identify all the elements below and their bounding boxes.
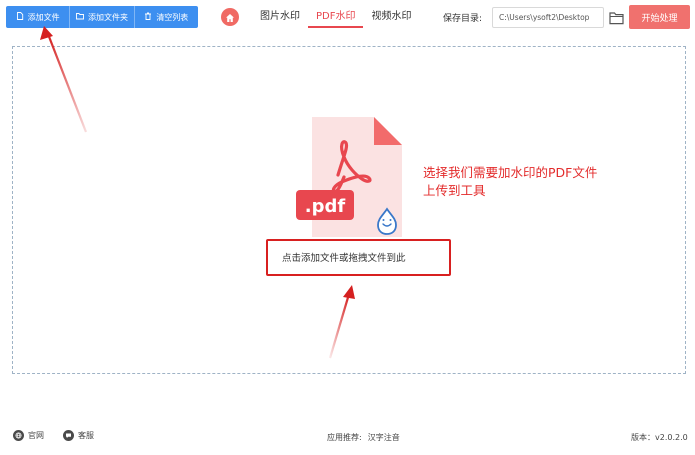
file-icon — [16, 12, 24, 22]
globe-icon — [13, 430, 24, 441]
chat-icon — [63, 430, 74, 441]
version-label: 版本：v2.0.2.0 — [631, 433, 688, 442]
home-icon — [225, 8, 235, 27]
drop-hint-text[interactable]: 点击添加文件或拖拽文件到此 — [282, 250, 406, 264]
clear-list-label: 清空列表 — [156, 12, 189, 22]
support-label: 客服 — [78, 431, 94, 440]
support-link[interactable]: 客服 — [63, 430, 94, 441]
folder-icon — [76, 12, 84, 22]
recommend-app-link[interactable]: 汉字注音 — [368, 433, 400, 442]
add-folder-button[interactable]: 添加文件夹 — [70, 6, 135, 28]
top-toolbar: 添加文件 添加文件夹 清空列表 图片水印 PDF水印 视频水印 保存目录: 开始… — [0, 0, 695, 36]
start-processing-button[interactable]: 开始处理 — [629, 5, 690, 29]
add-file-label: 添加文件 — [27, 12, 60, 22]
status-footer: 官网 客服 应用推荐: 汉字注音 版本：v2.0.2.0 — [0, 426, 695, 448]
pdf-file-illustration: .pdf — [296, 117, 406, 237]
watermark-tabs: 图片水印 PDF水印 视频水印 — [252, 8, 419, 30]
home-button[interactable] — [221, 8, 239, 26]
add-file-button[interactable]: 添加文件 — [6, 6, 71, 28]
tab-video-watermark[interactable]: 视频水印 — [363, 8, 419, 26]
website-label: 官网 — [28, 431, 44, 440]
add-folder-label: 添加文件夹 — [87, 12, 128, 22]
save-directory-label: 保存目录: — [443, 14, 483, 24]
folder-open-icon[interactable] — [609, 10, 625, 25]
app-recommendation: 应用推荐: 汉字注音 — [327, 432, 400, 443]
annotation-line-1: 选择我们需要加水印的PDF文件 — [423, 165, 598, 180]
tab-image-watermark[interactable]: 图片水印 — [252, 8, 308, 26]
pdf-badge: .pdf — [305, 196, 346, 217]
annotation-line-2: 上传到工具 — [423, 183, 486, 198]
save-directory-input[interactable] — [492, 7, 604, 28]
annotation-text: 选择我们需要加水印的PDF文件 上传到工具 — [423, 164, 623, 200]
recommend-label: 应用推荐: — [327, 433, 362, 442]
clear-list-button[interactable]: 清空列表 — [135, 6, 198, 28]
trash-icon — [144, 12, 152, 22]
tab-pdf-watermark[interactable]: PDF水印 — [308, 8, 364, 28]
file-button-group: 添加文件 添加文件夹 清空列表 — [6, 6, 198, 28]
website-link[interactable]: 官网 — [13, 430, 44, 441]
